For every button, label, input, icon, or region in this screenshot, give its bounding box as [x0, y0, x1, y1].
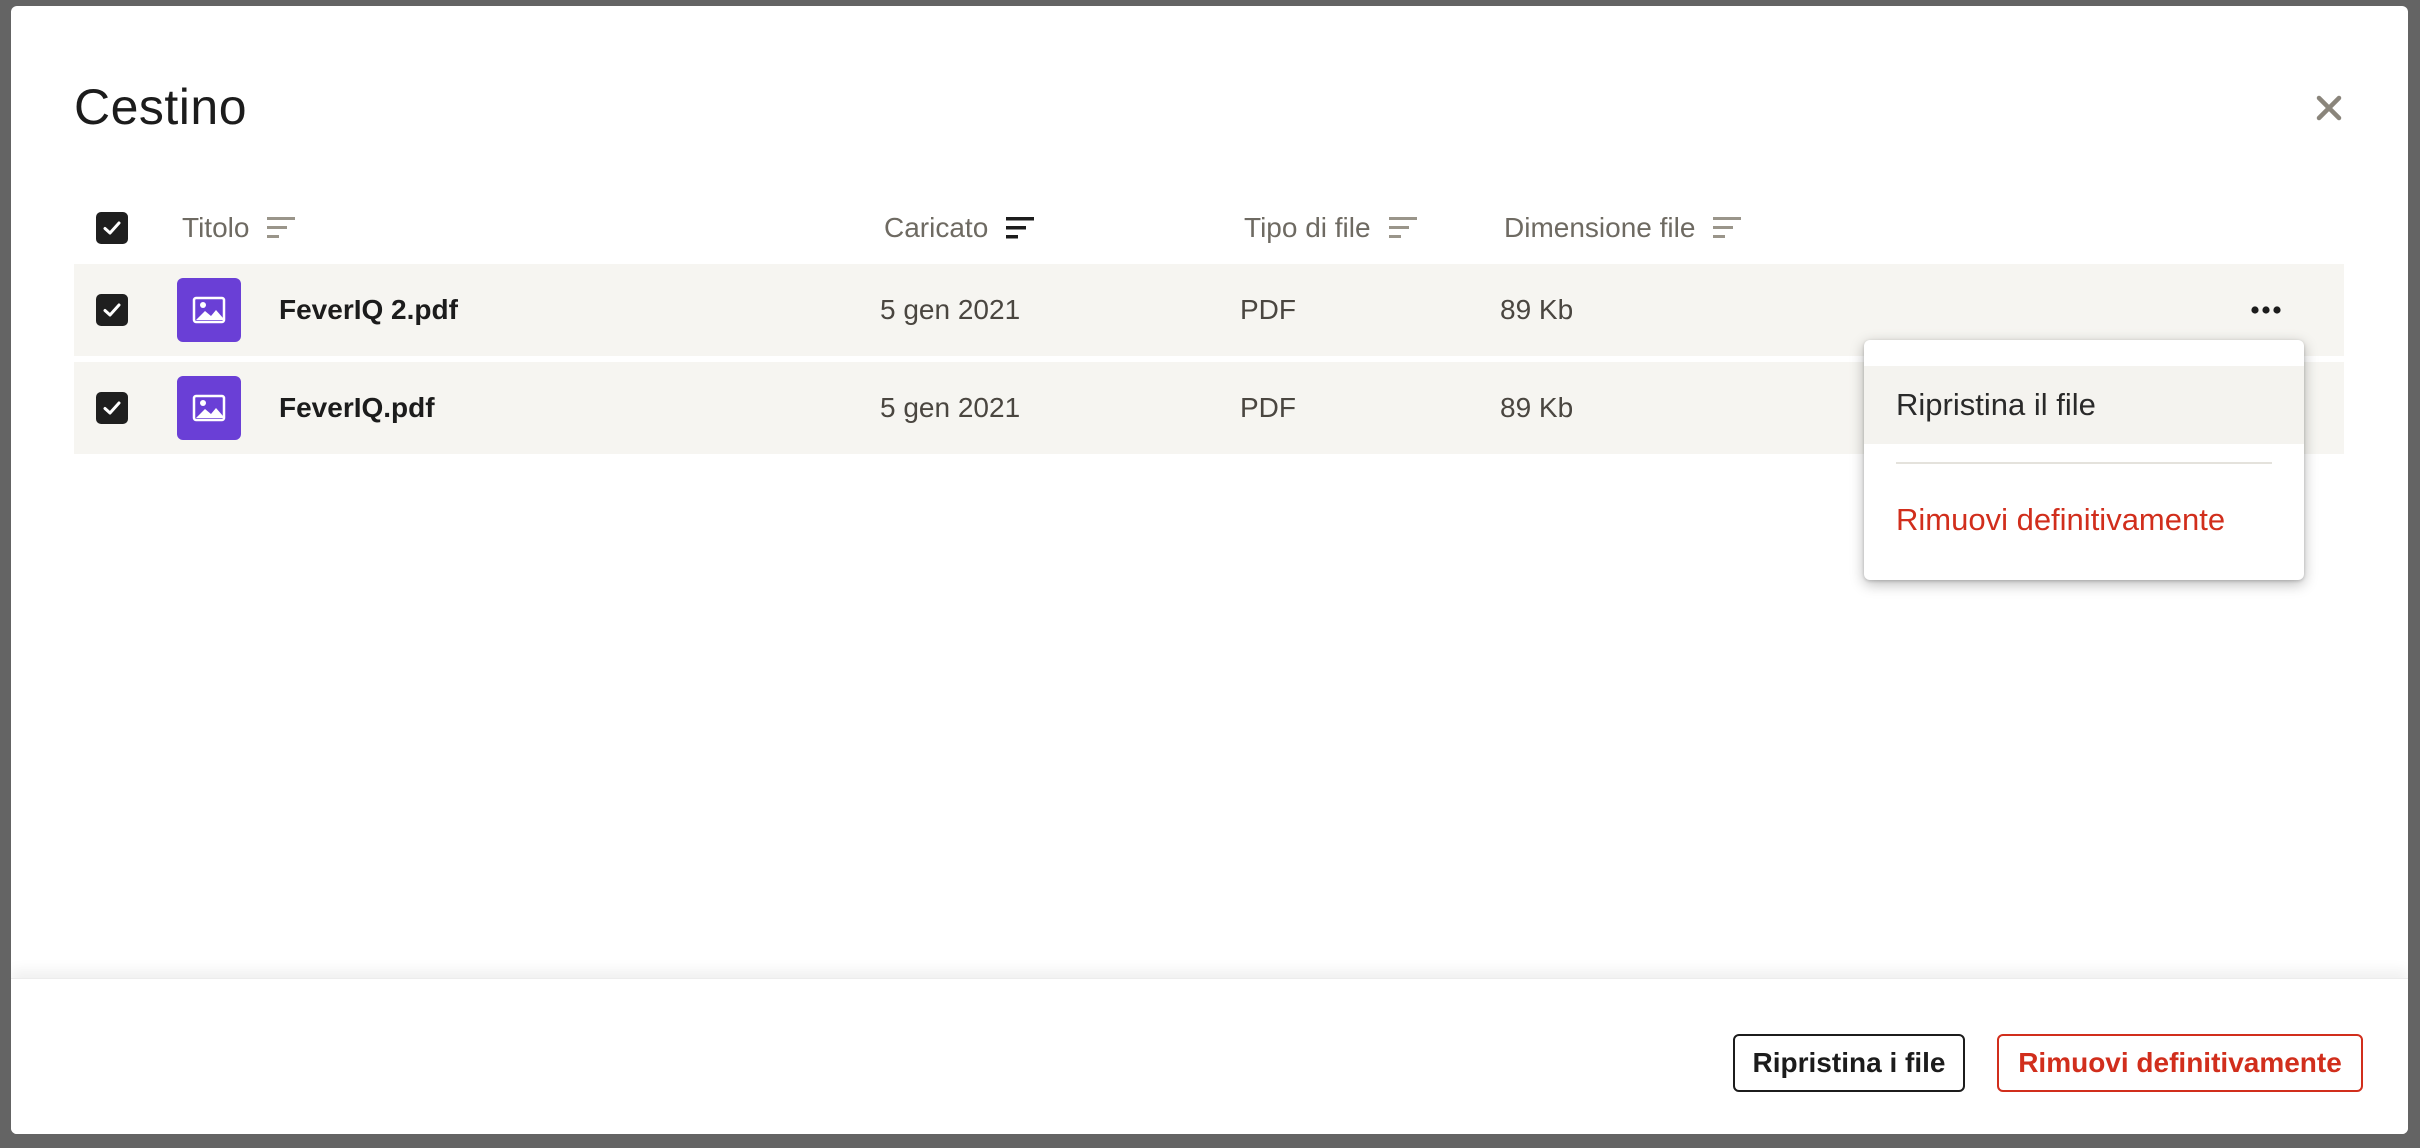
close-icon	[2316, 95, 2342, 121]
delete-permanently-button[interactable]: Rimuovi definitivamente	[1997, 1034, 2363, 1092]
more-horizontal-icon	[2251, 306, 2281, 314]
modal-footer: Ripristina i file Rimuovi definitivament…	[11, 978, 2408, 1134]
file-size: 89 Kb	[1500, 294, 1574, 325]
column-header-title[interactable]: Titolo	[182, 212, 297, 244]
sort-icon	[1388, 217, 1417, 238]
file-uploaded-date: 5 gen 2021	[880, 392, 1021, 423]
image-file-icon	[177, 278, 241, 342]
column-header-filesize[interactable]: Dimensione file	[1504, 212, 1743, 244]
file-name: FeverIQ.pdf	[279, 392, 435, 423]
image-file-icon	[177, 376, 241, 440]
column-header-filetype[interactable]: Tipo di file	[1244, 212, 1419, 244]
sort-active-icon	[1006, 217, 1035, 239]
menu-item-restore-file[interactable]: Ripristina il file	[1864, 366, 2304, 444]
close-button[interactable]	[2307, 86, 2351, 130]
row-checkbox[interactable]	[96, 294, 128, 326]
modal-title: Cestino	[74, 79, 248, 135]
menu-item-delete-permanently[interactable]: Rimuovi definitivamente	[1864, 480, 2304, 560]
column-filesize-label: Dimensione file	[1504, 212, 1696, 243]
row-actions-button[interactable]	[2244, 290, 2288, 330]
file-name: FeverIQ 2.pdf	[279, 294, 458, 325]
file-type: PDF	[1240, 392, 1296, 423]
column-header-uploaded[interactable]: Caricato	[884, 212, 1036, 244]
row-checkbox[interactable]	[96, 392, 128, 424]
file-type: PDF	[1240, 294, 1296, 325]
restore-files-button[interactable]: Ripristina i file	[1733, 1034, 1965, 1092]
checkbox-checked-icon	[103, 303, 121, 317]
row-actions-menu: Ripristina il file Rimuovi definitivamen…	[1864, 340, 2304, 580]
column-title-label: Titolo	[182, 212, 250, 243]
sort-icon	[1713, 217, 1742, 238]
sort-icon	[267, 217, 296, 238]
checkbox-checked-icon	[103, 401, 121, 415]
column-uploaded-label: Caricato	[884, 212, 989, 243]
column-filetype-label: Tipo di file	[1244, 212, 1371, 243]
file-uploaded-date: 5 gen 2021	[880, 294, 1021, 325]
checkbox-checked-icon	[103, 221, 121, 235]
file-size: 89 Kb	[1500, 392, 1574, 423]
table-header: Titolo Caricato Tipo di file Dimensione …	[74, 196, 2344, 264]
trash-modal: Cestino Titolo Caricato Tipo di file Dim…	[11, 6, 2408, 1134]
select-all-checkbox[interactable]	[96, 212, 128, 244]
menu-divider	[1896, 462, 2272, 464]
